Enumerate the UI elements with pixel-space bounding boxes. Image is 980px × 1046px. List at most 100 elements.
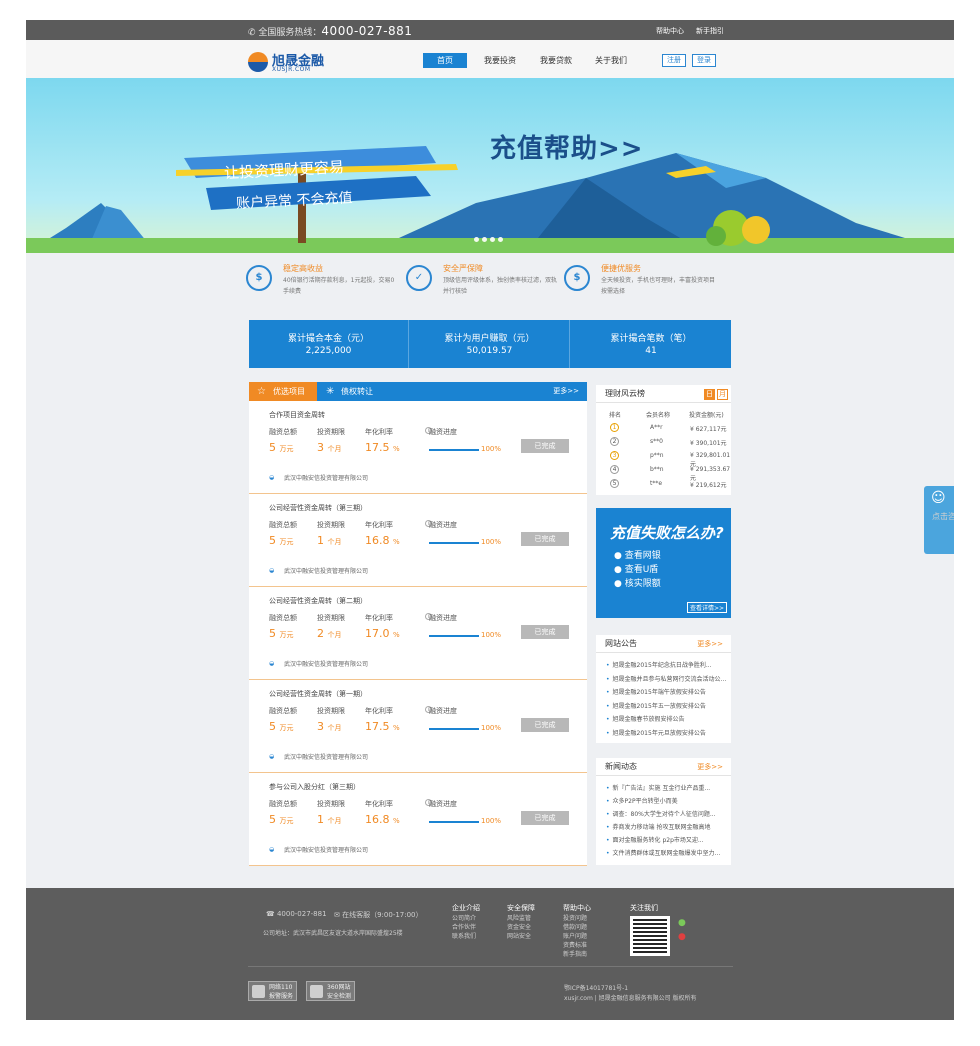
wechat-icon[interactable]: ● <box>678 918 686 928</box>
project-title[interactable]: 公司经营性资金周转（第三期） <box>269 503 367 513</box>
completed-button[interactable]: 已完成 <box>521 811 569 825</box>
news-item[interactable]: 券商发力移动端 抢攻互联网金融高地 <box>606 822 711 831</box>
notice-item[interactable]: 旭晟金融2015年纪念抗日战争胜利... <box>606 660 712 669</box>
banner-title[interactable]: 充值帮助>> <box>490 128 644 165</box>
notice-item[interactable]: 旭晟金融春节放假安排公告 <box>606 714 685 723</box>
security-badge[interactable]: 360网站 安全检测 <box>306 981 356 1001</box>
carousel-dot[interactable] <box>498 237 503 242</box>
news-item[interactable]: 面对金融服务转化 p2p市场又迎... <box>606 835 704 844</box>
project-rate: 17.5 % <box>365 441 400 454</box>
logo[interactable]: 旭晟金融 XUSJR.COM <box>248 50 328 74</box>
ad-more-button[interactable]: 查看详情>> <box>686 602 727 613</box>
footer-link[interactable]: 合作伙伴 <box>452 922 476 931</box>
stat-label: 累计为用户赚取（元） <box>444 334 535 344</box>
weibo-icon[interactable]: ● <box>678 932 686 942</box>
completed-button[interactable]: 已完成 <box>521 532 569 546</box>
project-card[interactable]: 公司经营性资金周转（第一期） 融资总额 投资期限 年化利率 i 融资进度 5 万… <box>249 680 587 773</box>
carousel-dot[interactable] <box>490 237 495 242</box>
rank-member: t**e <box>650 480 663 487</box>
footer-link[interactable]: 借款问题 <box>563 922 587 931</box>
news-item[interactable]: 文件消费群体或互联网金融爆发中坚力... <box>606 848 721 857</box>
footer-link[interactable]: 公司简介 <box>452 913 476 922</box>
notice-title: 网站公告 <box>605 639 637 648</box>
rank-amount: ¥ 627,117元 <box>690 426 727 433</box>
rank-number: 4 <box>610 465 619 474</box>
label-total: 融资总额 <box>269 614 297 622</box>
nav-home[interactable]: 首页 <box>423 53 467 68</box>
tab-debt-transfer[interactable]: 债权转让 <box>341 382 373 401</box>
label-progress: 融资进度 <box>429 707 457 715</box>
project-rate: 17.5 % <box>365 720 400 733</box>
footer-link[interactable]: 网站安全 <box>507 931 531 940</box>
rank-number: 1 <box>610 423 619 432</box>
notice-item[interactable]: 旭晟金融2015年元旦放假安排公告 <box>606 728 706 737</box>
project-title[interactable]: 公司经营性资金周转（第二期） <box>269 596 367 606</box>
footer-link[interactable]: 资费标准 <box>563 940 587 949</box>
news-item[interactable]: 调查：80%大学生对待个人征信问题... <box>606 809 716 818</box>
rank-number: 5 <box>610 479 619 488</box>
project-card[interactable]: 合作项目资金周转 融资总额 投资期限 年化利率 i 融资进度 5 万元 3 个月… <box>249 401 587 494</box>
feature-title: 便捷优服务 <box>601 264 641 273</box>
label-progress: 融资进度 <box>429 614 457 622</box>
nav-invest[interactable]: 我要投资 <box>478 53 522 68</box>
footer-link[interactable]: 新手指南 <box>563 949 587 958</box>
notice-header: 网站公告 更多>> <box>596 635 731 653</box>
footer-col-title: 安全保障 <box>507 904 535 912</box>
footer-phone: ☎ 4000-027-881 <box>266 910 327 918</box>
project-card[interactable]: 公司经营性资金周转（第二期） 融资总额 投资期限 年化利率 i 融资进度 5 万… <box>249 587 587 680</box>
completed-button[interactable]: 已完成 <box>521 718 569 732</box>
notice-item[interactable]: 旭晟金融并且参与私营网行交流会活动公... <box>606 674 727 683</box>
qr-code <box>630 916 670 956</box>
footer-link[interactable]: 联系我们 <box>452 931 476 940</box>
tab-featured[interactable]: ☆ 优选项目 <box>249 382 317 401</box>
shield-icon <box>310 985 323 998</box>
progress-percent: 100% <box>481 445 502 453</box>
tab-month[interactable]: 月 <box>717 389 728 400</box>
project-title[interactable]: 参与公司入股分红（第三期） <box>269 782 360 792</box>
project-title[interactable]: 合作项目资金周转 <box>269 410 325 420</box>
project-title[interactable]: 公司经营性资金周转（第一期） <box>269 689 367 699</box>
carousel-dots[interactable] <box>474 235 506 244</box>
logo-icon <box>248 52 268 72</box>
news-more-link[interactable]: 更多>> <box>697 758 723 776</box>
completed-button[interactable]: 已完成 <box>521 625 569 639</box>
notice-item[interactable]: 旭晟金融2015年五一放假安排公告 <box>606 701 706 710</box>
footer-link[interactable]: 风险监管 <box>507 913 531 922</box>
register-button[interactable]: 注册 <box>662 54 686 67</box>
consult-float-button[interactable]: ☺ 点击咨询 <box>924 486 954 554</box>
projects-panel: ☆ 优选项目 ✳ 债权转让 更多>> 合作项目资金周转 融资总额 投资期限 年化利… <box>249 382 587 866</box>
rank-amount: ¥ 219,612元 <box>690 482 727 489</box>
notice-item[interactable]: 旭晟金融2015年端午放假安排公告 <box>606 687 706 696</box>
banner-illustration: 让投资理财更容易 账户异常 不会充值 <box>26 146 954 253</box>
project-period: 1 个月 <box>317 534 342 547</box>
project-card[interactable]: 参与公司入股分红（第三期） 融资总额 投资期限 年化利率 i 融资进度 5 万元… <box>249 773 587 866</box>
footer-link[interactable]: 投资问题 <box>563 913 587 922</box>
completed-button[interactable]: 已完成 <box>521 439 569 453</box>
footer-divider <box>248 966 733 967</box>
nav-loan[interactable]: 我要贷款 <box>534 53 578 68</box>
police-badge[interactable]: 网络110 报警服务 <box>248 981 298 1001</box>
help-center-link[interactable]: 帮助中心 <box>656 26 684 36</box>
news-item[interactable]: 众多P2P平台转型小而美 <box>606 796 678 805</box>
label-period: 投资期限 <box>317 614 345 622</box>
project-period: 2 个月 <box>317 627 342 640</box>
chat-icon: ✉ <box>334 911 343 919</box>
label-rate: 年化利率 <box>365 707 393 715</box>
tab-day[interactable]: 日 <box>704 389 715 400</box>
carousel-dot[interactable] <box>482 237 487 242</box>
recharge-help-ad[interactable]: 充值失败怎么办? ● 查看网银 ● 查看U盾 ● 核实限额 查看详情>> <box>596 508 731 618</box>
project-rate: 16.8 % <box>365 813 400 826</box>
projects-more-link[interactable]: 更多>> <box>553 382 579 401</box>
project-card[interactable]: 公司经营性资金周转（第三期） 融资总额 投资期限 年化利率 i 融资进度 5 万… <box>249 494 587 587</box>
footer-link[interactable]: 资金安全 <box>507 922 531 931</box>
login-button[interactable]: 登录 <box>692 54 716 67</box>
project-tabs: ☆ 优选项目 ✳ 债权转让 更多>> <box>249 382 587 401</box>
carousel-dot[interactable] <box>474 237 479 242</box>
footer-online-service[interactable]: ✉ 在线客服（9:00-17:00） <box>334 910 423 920</box>
footer-link[interactable]: 账户问题 <box>563 931 587 940</box>
new-user-guide-link[interactable]: 新手指引 <box>696 26 724 36</box>
nav-about[interactable]: 关于我们 <box>589 53 633 68</box>
banner[interactable]: 让投资理财更容易 账户异常 不会充值 充值帮助>> <box>26 78 954 253</box>
news-item[interactable]: 新『广告法』实施 互金行业产品重... <box>606 783 711 792</box>
notice-more-link[interactable]: 更多>> <box>697 635 723 653</box>
